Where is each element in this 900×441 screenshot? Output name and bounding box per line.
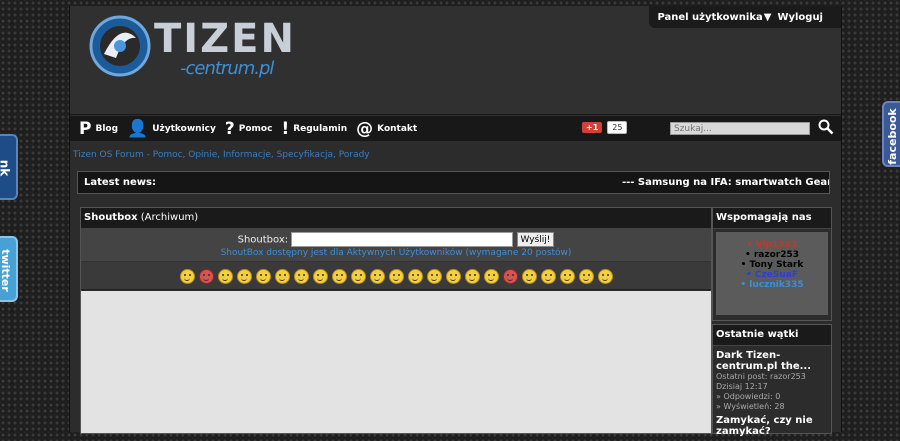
exclamation-icon: ! bbox=[281, 118, 290, 139]
thread-last-post: Ostatni post: razor253 bbox=[716, 372, 806, 381]
send-button[interactable]: Wyślij! bbox=[516, 232, 555, 247]
supporter-name: lucznik335 bbox=[749, 280, 804, 290]
recent-threads-list: Dark Tizen-centrum.pl the... Ostatni pos… bbox=[713, 346, 831, 441]
shoutbox-title: Shoutbox bbox=[84, 212, 138, 223]
thread-date: Dzisiaj 12:17 bbox=[716, 382, 768, 391]
facebook-tab[interactable]: facebook bbox=[882, 101, 900, 167]
tongue-smiley-icon[interactable] bbox=[502, 269, 518, 284]
smiley-icon[interactable] bbox=[236, 269, 252, 284]
p-icon: P bbox=[79, 118, 92, 139]
recent-threads-title: Ostatnie wątki bbox=[713, 325, 831, 346]
shoutbox-field-label: Shoutbox: bbox=[237, 234, 289, 246]
supporters-panel: Wspomagają nas • Vip1993 • razor253 • To… bbox=[712, 207, 832, 321]
nav-help-label: Pomoc bbox=[238, 123, 273, 134]
question-icon: ? bbox=[224, 118, 235, 139]
smiley-icon[interactable] bbox=[597, 269, 613, 284]
nav-rules-label: Regulamin bbox=[293, 123, 348, 134]
twitter-tab[interactable]: twitter bbox=[0, 236, 18, 302]
smiley-icon[interactable] bbox=[255, 269, 271, 284]
smiley-icon[interactable] bbox=[293, 269, 309, 284]
user-icon: 👤 bbox=[127, 118, 149, 139]
supporter-name: Tony Stark bbox=[749, 260, 804, 270]
supporter-name: razor253 bbox=[753, 250, 800, 260]
nav-contact-label: Kontakt bbox=[377, 123, 418, 134]
smiley-icon[interactable] bbox=[540, 269, 556, 284]
nav-blog[interactable]: P Blog bbox=[79, 119, 118, 139]
smiley-icon[interactable] bbox=[274, 269, 290, 284]
site-logo[interactable]: TIZEN -centrum.pl bbox=[88, 14, 308, 80]
recent-threads-panel: Ostatnie wątki Dark Tizen-centrum.pl the… bbox=[712, 324, 832, 437]
smiley-icon[interactable] bbox=[312, 269, 328, 284]
smiley-icon[interactable] bbox=[445, 269, 461, 284]
gplus-count: 25 bbox=[607, 121, 628, 134]
supporter-item[interactable]: • Vip1993 bbox=[716, 240, 828, 250]
logo-subtitle: -centrum.pl bbox=[180, 58, 274, 79]
nav-rules[interactable]: ! Regulamin bbox=[281, 119, 347, 139]
thread-views: » Wyświetleń: 28 bbox=[716, 402, 785, 411]
facebook-label: facebook bbox=[885, 108, 899, 165]
shoutbox: Shoutbox (Archiwum) Shoutbox: Wyślij! Sh… bbox=[80, 207, 712, 434]
smiley-icon[interactable] bbox=[331, 269, 347, 284]
shoutbox-header: Shoutbox (Archiwum) bbox=[81, 208, 711, 229]
nav-users-label: Użytkownicy bbox=[152, 123, 216, 134]
logout-link[interactable]: Wyloguj bbox=[777, 12, 823, 23]
supporters-list: • Vip1993 • razor253 • Tony Stark • CzeS… bbox=[716, 232, 828, 315]
smiley-icon[interactable] bbox=[464, 269, 480, 284]
smiley-icon[interactable] bbox=[369, 269, 385, 284]
shoutbox-form: Shoutbox: Wyślij! ShoutBox dostępny jest… bbox=[81, 229, 711, 262]
chevron-down-icon[interactable]: ▼ bbox=[764, 12, 772, 23]
thread-title-link[interactable]: Dark Tizen-centrum.pl the... bbox=[716, 350, 828, 372]
smiley-icon[interactable] bbox=[350, 269, 366, 284]
news-bar: Latest news: --- Samsung na IFA: smartwa… bbox=[77, 171, 830, 194]
nav-help[interactable]: ? Pomoc bbox=[225, 119, 273, 139]
search-input[interactable] bbox=[670, 122, 810, 135]
smiley-icon[interactable] bbox=[179, 269, 195, 284]
supporter-item[interactable]: • razor253 bbox=[716, 250, 828, 260]
nk-label: nk bbox=[0, 159, 12, 177]
gplus-widget[interactable]: +1 25 bbox=[582, 121, 628, 134]
nk-tab[interactable]: nk bbox=[0, 134, 18, 200]
search-icon[interactable] bbox=[818, 119, 834, 139]
smiley-icon[interactable] bbox=[407, 269, 423, 284]
supporter-item[interactable]: • lucznik335 bbox=[716, 280, 828, 290]
smiley-icon[interactable] bbox=[578, 269, 594, 284]
shoutbox-input[interactable] bbox=[291, 232, 514, 247]
twitter-label: twitter bbox=[0, 249, 12, 292]
news-label: Latest news: bbox=[84, 177, 156, 188]
shoutbox-archive-link[interactable]: (Archiwum) bbox=[141, 212, 198, 223]
nav-blog-label: Blog bbox=[95, 123, 119, 134]
supporter-name: Vip1993 bbox=[755, 240, 798, 250]
at-icon: @ bbox=[356, 118, 374, 139]
angry-smiley-icon[interactable] bbox=[198, 269, 214, 284]
thread-title-link[interactable]: Zamykać, czy nie zamykać? bbox=[716, 415, 828, 437]
page: TIZEN -centrum.pl Panel użytkownika ▼ Wy… bbox=[69, 6, 842, 437]
smiley-bar bbox=[81, 262, 711, 290]
thread-replies: » Odpowiedzi: 0 bbox=[716, 392, 781, 401]
smiley-icon[interactable] bbox=[426, 269, 442, 284]
shoutbox-messages[interactable] bbox=[81, 291, 711, 433]
main-nav: P Blog 👤 Użytkownicy ? Pomoc ! Regulamin @ Ko… bbox=[70, 116, 841, 141]
shoutbox-note[interactable]: ShoutBox dostępny jest dla Aktywnych Uży… bbox=[81, 248, 711, 258]
supporter-name: CzeSuaF bbox=[754, 270, 798, 280]
smiley-icon[interactable] bbox=[483, 269, 499, 284]
user-bar: Panel użytkownika ▼ Wyloguj bbox=[649, 6, 841, 28]
smiley-icon[interactable] bbox=[388, 269, 404, 284]
supporters-title: Wspomagają nas bbox=[713, 208, 831, 229]
smiley-icon[interactable] bbox=[521, 269, 537, 284]
smiley-icon[interactable] bbox=[559, 269, 575, 284]
news-ticker[interactable]: --- Samsung na IFA: smartwatch Gear, nov bbox=[622, 177, 829, 188]
supporter-item[interactable]: • Tony Stark bbox=[716, 260, 828, 270]
smiley-icon[interactable] bbox=[217, 269, 233, 284]
user-panel-link[interactable]: Panel użytkownika bbox=[657, 12, 762, 23]
nav-contact[interactable]: @ Kontakt bbox=[356, 119, 417, 139]
gplus-button[interactable]: +1 bbox=[582, 122, 603, 133]
logo-title: TIZEN bbox=[154, 16, 296, 62]
nav-users[interactable]: 👤 Użytkownicy bbox=[127, 119, 216, 139]
logo-swirl-icon bbox=[89, 15, 151, 77]
breadcrumb[interactable]: Tizen OS Forum - Pomoc, Opinie, Informac… bbox=[73, 150, 370, 160]
header: TIZEN -centrum.pl Panel użytkownika ▼ Wy… bbox=[70, 6, 841, 115]
supporter-item[interactable]: • CzeSuaF bbox=[716, 270, 828, 280]
